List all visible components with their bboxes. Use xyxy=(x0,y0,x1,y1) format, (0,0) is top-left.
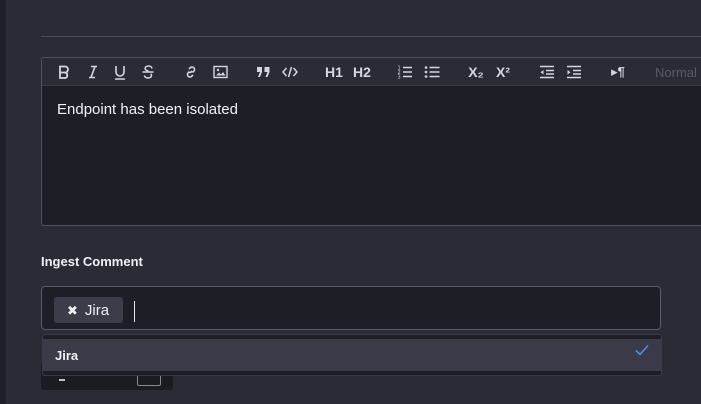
bullet-list-icon xyxy=(424,66,440,78)
heading-1-button[interactable]: H1 xyxy=(324,63,344,81)
italic-button[interactable] xyxy=(85,63,101,81)
tag-dropdown: Jira xyxy=(42,334,662,376)
indent-icon xyxy=(567,65,581,79)
bold-icon xyxy=(59,65,69,79)
superscript-label: X² xyxy=(496,64,510,80)
text-cursor xyxy=(134,301,135,322)
quote-icon xyxy=(256,67,269,77)
tag-chip-label: Jira xyxy=(84,301,110,319)
section-divider xyxy=(41,36,701,37)
editor-content[interactable]: Endpoint has been isolated xyxy=(57,101,238,118)
indent-button[interactable] xyxy=(565,63,583,81)
code-block-button[interactable] xyxy=(281,63,299,81)
ingest-comment-label: Ingest Comment xyxy=(41,254,143,269)
underline-icon xyxy=(115,65,125,80)
heading-style-select[interactable]: Normal xyxy=(655,65,697,80)
dropdown-option-label: Jira xyxy=(55,347,79,363)
paragraph-direction-icon: ▸¶ xyxy=(611,64,625,79)
left-edge xyxy=(0,0,6,404)
ordered-list-button[interactable]: 123 xyxy=(396,63,414,81)
subscript-button[interactable]: X₂ xyxy=(466,63,486,81)
rich-text-editor[interactable]: H1 H2 123 X₂ X² ▸¶ Normal Endpoint has b… xyxy=(41,57,701,226)
link-icon xyxy=(186,66,196,78)
bold-button[interactable] xyxy=(56,63,72,81)
heading-2-button[interactable]: H2 xyxy=(351,63,373,81)
check-icon xyxy=(635,344,649,359)
heading-2-label: H2 xyxy=(353,64,371,80)
link-button[interactable] xyxy=(182,63,200,81)
image-button[interactable] xyxy=(211,63,229,81)
blockquote-button[interactable] xyxy=(254,63,272,81)
dropdown-option[interactable]: Jira xyxy=(43,339,661,371)
subscript-label: X₂ xyxy=(468,64,484,80)
strikethrough-icon xyxy=(142,65,154,79)
underline-button[interactable] xyxy=(112,63,128,81)
bullet-list-button[interactable] xyxy=(423,63,441,81)
tag-chip: ✖ Jira xyxy=(54,297,124,323)
ingest-comment-tag-input[interactable]: ✖ Jira xyxy=(41,286,661,330)
remove-tag-icon[interactable]: ✖ xyxy=(67,304,78,317)
superscript-button[interactable]: X² xyxy=(493,63,513,81)
strikethrough-button[interactable] xyxy=(140,63,156,81)
editor-toolbar: H1 H2 123 X₂ X² ▸¶ Normal xyxy=(42,58,701,86)
heading-1-label: H1 xyxy=(325,64,343,80)
svg-text:3: 3 xyxy=(398,75,401,80)
outdent-button[interactable] xyxy=(538,63,556,81)
ordered-list-icon: 123 xyxy=(398,66,412,80)
italic-icon xyxy=(89,65,97,79)
image-icon xyxy=(212,65,228,79)
outdent-icon xyxy=(540,65,554,79)
text-direction-button[interactable]: ▸¶ xyxy=(608,63,628,81)
code-icon xyxy=(282,66,298,78)
